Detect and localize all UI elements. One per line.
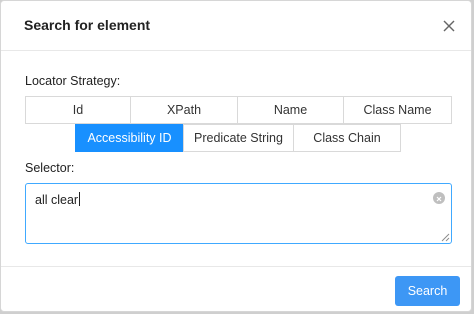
strategy-name-button[interactable]: Name xyxy=(237,96,344,124)
strategy-class-name-button[interactable]: Class Name xyxy=(343,96,452,124)
text-caret xyxy=(79,192,81,206)
dialog-title: Search for element xyxy=(24,17,151,33)
locator-strategy-label: Locator Strategy: xyxy=(25,74,121,88)
strategy-accessibility-id-button[interactable]: Accessibility ID xyxy=(75,124,184,152)
close-button[interactable] xyxy=(439,16,459,36)
locator-strategy-row-1: Id XPath Name Class Name xyxy=(25,96,452,124)
selector-value: all clear xyxy=(35,192,81,207)
strategy-predicate-string-button[interactable]: Predicate String xyxy=(183,124,294,152)
clear-icon[interactable] xyxy=(433,192,445,204)
search-button[interactable]: Search xyxy=(395,276,460,306)
dialog-header: Search for element xyxy=(1,1,471,51)
selector-value-text: all clear xyxy=(35,193,79,207)
resize-handle-icon[interactable] xyxy=(441,233,450,242)
close-icon xyxy=(443,20,455,32)
strategy-xpath-button[interactable]: XPath xyxy=(130,96,238,124)
selector-input[interactable]: all clear xyxy=(25,183,452,244)
dialog-footer: Search xyxy=(1,266,471,311)
selector-label: Selector: xyxy=(25,161,75,175)
strategy-id-button[interactable]: Id xyxy=(25,96,131,124)
strategy-class-chain-button[interactable]: Class Chain xyxy=(293,124,401,152)
search-element-dialog: Search for element Locator Strategy: Id … xyxy=(0,0,472,312)
locator-strategy-row-2: Accessibility ID Predicate String Class … xyxy=(75,124,401,152)
